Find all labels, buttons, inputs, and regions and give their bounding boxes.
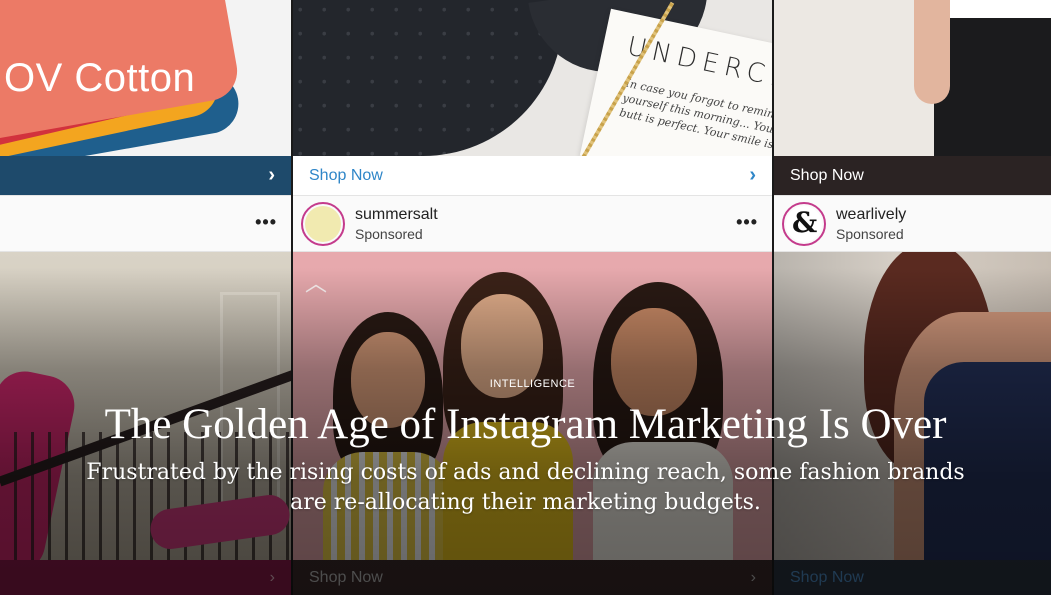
folded-cotton-photo: OV Cotton — [0, 0, 291, 156]
chevron-right-icon: › — [749, 164, 756, 186]
hero-collage: OV Cotton › ••• › UNDERCLU In case you f… — [0, 0, 1051, 595]
chevron-right-icon: › — [269, 568, 275, 586]
shop-now-button[interactable]: › — [0, 156, 291, 195]
shop-now-button-bottom[interactable]: › — [0, 560, 291, 595]
account-name[interactable]: wearlively — [836, 206, 906, 224]
article-category[interactable]: INTELLIGENCE — [14, 378, 1051, 390]
sponsored-label: Sponsored — [355, 225, 423, 242]
shop-now-label: Shop Now — [790, 166, 864, 184]
post-header: summersalt Sponsored ••• — [293, 195, 772, 252]
post-header: & wearlively Sponsored — [774, 195, 1051, 252]
account-name[interactable]: summersalt — [355, 206, 438, 224]
chevron-up-icon[interactable]: ︿ — [305, 266, 327, 298]
more-options-icon[interactable]: ••• — [736, 212, 758, 233]
sponsored-label: Sponsored — [836, 225, 904, 242]
avatar[interactable]: & — [782, 201, 826, 246]
shop-now-button-bottom[interactable]: Shop Now › — [293, 560, 772, 595]
photo-caption-text: OV Cotton — [4, 56, 196, 100]
model-pants-photo — [774, 0, 1051, 156]
brand-logo-glyph: & — [792, 205, 818, 239]
post-header: ••• — [0, 195, 291, 252]
shop-now-label: Shop Now — [309, 568, 383, 586]
shop-now-label: Shop Now — [309, 166, 383, 184]
article-subtitle: Frustrated by the rising costs of ads an… — [86, 460, 965, 515]
brand-card-note: In case you forgot to remind yourself th… — [618, 76, 772, 154]
shop-now-button-bottom[interactable]: Shop Now — [774, 560, 1051, 595]
article-headline-block[interactable]: INTELLIGENCE The Golden Age of Instagram… — [0, 378, 1051, 518]
lace-lingerie-photo: UNDERCLU In case you forgot to remind yo… — [293, 0, 772, 156]
brand-card: UNDERCLU In case you forgot to remind yo… — [579, 8, 772, 156]
chevron-right-icon: › — [750, 568, 756, 586]
chevron-right-icon: › — [268, 164, 275, 186]
shop-now-label: Shop Now — [790, 568, 864, 586]
shop-now-button[interactable]: Shop Now › — [293, 156, 772, 195]
more-options-icon[interactable]: ••• — [255, 212, 277, 233]
avatar[interactable] — [301, 201, 345, 246]
article-title[interactable]: The Golden Age of Instagram Marketing Is… — [0, 400, 1051, 450]
shop-now-button[interactable]: Shop Now — [774, 156, 1051, 195]
